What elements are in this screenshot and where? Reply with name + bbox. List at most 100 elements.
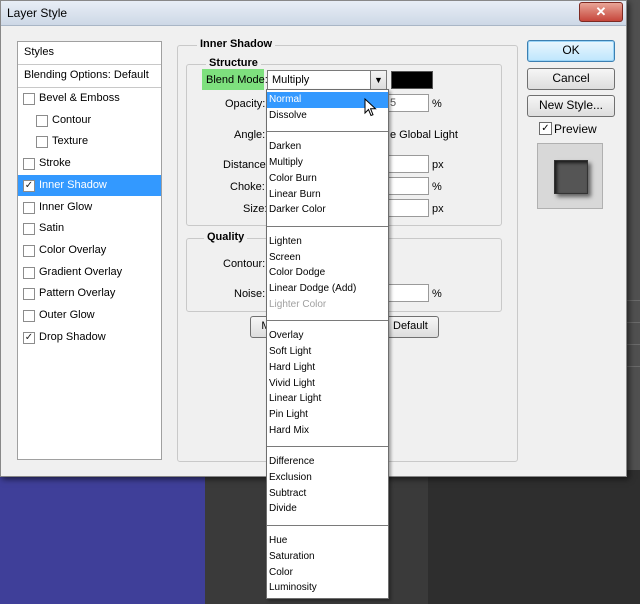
blend-mode-option-linear-light[interactable]: Linear Light [267, 391, 388, 407]
blend-mode-option-subtract[interactable]: Subtract [267, 486, 388, 502]
style-item-texture[interactable]: Texture [18, 131, 161, 152]
menu-item-label: Color Dodge [269, 267, 326, 279]
title-bar[interactable]: Layer Style ✕ [1, 1, 626, 26]
blend-mode-option-hue[interactable]: Hue [267, 533, 388, 549]
blend-mode-option-lighter-color[interactable]: Lighter Color [267, 297, 388, 313]
blend-mode-dropdown: Normal Dissolve Darken Multiply Color Burn Li… [266, 89, 389, 599]
style-checkbox[interactable] [23, 223, 35, 236]
style-checkbox[interactable] [23, 158, 35, 171]
chevron-down-icon[interactable]: ▼ [370, 71, 386, 89]
blending-options-item[interactable]: Blending Options: Default [18, 65, 161, 86]
blend-mode-option-darker-color[interactable]: Darker Color [267, 202, 388, 218]
blend-mode-select[interactable]: Multiply ▼ [267, 70, 387, 90]
menu-item-label: Hard Mix [269, 424, 310, 436]
style-item-color-overlay[interactable]: Color Overlay [18, 240, 161, 261]
style-preview [537, 143, 603, 209]
menu-separator [267, 225, 388, 227]
style-checkbox[interactable] [23, 266, 35, 279]
style-checkbox[interactable] [36, 136, 48, 149]
blending-options-label: Blending Options: Default [24, 69, 149, 81]
style-checkbox[interactable] [36, 114, 48, 127]
blend-mode-option-color-burn[interactable]: Color Burn [267, 171, 388, 187]
structure-title: Structure [206, 57, 261, 69]
style-item-label: Gradient Overlay [39, 265, 123, 278]
blend-mode-option-darken[interactable]: Darken [267, 139, 388, 155]
blend-mode-option-exclusion[interactable]: Exclusion [267, 470, 388, 486]
blend-mode-option-hard-mix[interactable]: Hard Mix [267, 423, 388, 439]
menu-item-label: Multiply [269, 157, 303, 169]
contour-label: Contour: [223, 258, 266, 270]
opacity-input[interactable]: 5 [387, 94, 429, 112]
style-item-stroke[interactable]: Stroke [18, 153, 161, 174]
style-checkbox[interactable] [23, 244, 35, 257]
blend-mode-option-linear-burn[interactable]: Linear Burn [267, 187, 388, 203]
style-checkbox[interactable]: ✓ [23, 179, 35, 192]
menu-item-label: Vivid Light [269, 377, 315, 389]
styles-header[interactable]: Styles [18, 42, 161, 63]
blend-mode-option-soft-light[interactable]: Soft Light [267, 344, 388, 360]
close-button[interactable]: ✕ [579, 2, 623, 22]
style-item-contour[interactable]: Contour [18, 110, 161, 131]
menu-item-label: Exclusion [269, 472, 312, 483]
style-item-bevel-emboss[interactable]: Bevel & Emboss [18, 88, 161, 109]
distance-label: Distance: [223, 159, 269, 171]
noise-input[interactable] [387, 284, 429, 302]
style-item-label: Pattern Overlay [39, 287, 116, 300]
menu-item-label: Luminosity [269, 582, 317, 594]
style-checkbox[interactable] [23, 310, 35, 322]
noise-unit: % [432, 288, 442, 300]
style-item-satin[interactable]: Satin [18, 218, 161, 239]
style-item-inner-glow[interactable]: Inner Glow [18, 197, 161, 218]
ok-button[interactable]: OK [527, 40, 615, 62]
blend-mode-option-vivid-light[interactable]: Vivid Light [267, 376, 388, 392]
menu-item-label: Normal [269, 94, 302, 105]
opacity-label: Opacity: [225, 98, 266, 110]
blend-mode-option-overlay[interactable]: Overlay [267, 328, 388, 344]
style-checkbox[interactable] [23, 201, 35, 214]
blend-mode-option-luminosity[interactable]: Luminosity [267, 580, 388, 596]
choke-unit: % [432, 181, 442, 193]
shadow-color-swatch[interactable] [391, 71, 433, 89]
choke-input[interactable] [387, 177, 429, 195]
blend-mode-option-divide[interactable]: Divide [267, 501, 388, 517]
new-style-button[interactable]: New Style... [527, 95, 615, 117]
preview-checkbox[interactable]: ✓ [539, 122, 552, 135]
menu-item-label: Linear Light [269, 393, 322, 405]
new-style-label: New Style... [538, 98, 604, 112]
menu-item-label: Darken [269, 141, 302, 153]
blend-mode-option-lighten[interactable]: Lighten [267, 234, 388, 250]
opacity-value-fragment: 5 [390, 97, 397, 109]
blend-mode-option-color-dodge[interactable]: Color Dodge [267, 265, 388, 281]
style-item-gradient-overlay[interactable]: Gradient Overlay [18, 262, 161, 283]
menu-separator [267, 525, 388, 527]
size-input[interactable] [387, 199, 429, 217]
style-item-label: Satin [39, 222, 65, 235]
blend-mode-option-linear-dodge-add[interactable]: Linear Dodge (Add) [267, 281, 388, 297]
style-item-drop-shadow[interactable]: ✓ Drop Shadow [18, 327, 161, 348]
blend-mode-option-difference[interactable]: Difference [267, 454, 388, 470]
style-item-pattern-overlay[interactable]: Pattern Overlay [18, 283, 161, 304]
style-item-inner-shadow[interactable]: ✓ Inner Shadow [18, 174, 161, 196]
style-checkbox[interactable] [23, 93, 35, 105]
blend-mode-option-color[interactable]: Color [267, 565, 388, 581]
mouse-pointer-icon [364, 98, 377, 117]
style-item-label: Outer Glow [39, 309, 95, 321]
style-checkbox[interactable] [23, 288, 35, 301]
distance-input[interactable] [387, 155, 429, 173]
menu-item-label: Hue [269, 535, 288, 547]
cancel-button[interactable]: Cancel [527, 68, 615, 90]
menu-separator [267, 320, 388, 322]
blend-mode-option-multiply[interactable]: Multiply [267, 155, 388, 171]
blend-mode-option-hard-light[interactable]: Hard Light [267, 360, 388, 376]
menu-item-label: Subtract [269, 487, 307, 499]
reset-default-label: Default [393, 320, 428, 332]
styles-header-label: Styles [24, 46, 54, 58]
menu-item-label: Lighten [269, 235, 302, 247]
blend-mode-option-saturation[interactable]: Saturation [267, 549, 388, 565]
style-item-outer-glow[interactable]: Outer Glow [18, 305, 161, 326]
checkmark-icon: ✓ [541, 123, 550, 134]
blend-mode-option-pin-light[interactable]: Pin Light [267, 407, 388, 423]
choke-label: Choke: [230, 181, 265, 193]
style-checkbox[interactable]: ✓ [23, 331, 35, 344]
blend-mode-option-screen[interactable]: Screen [267, 250, 388, 266]
